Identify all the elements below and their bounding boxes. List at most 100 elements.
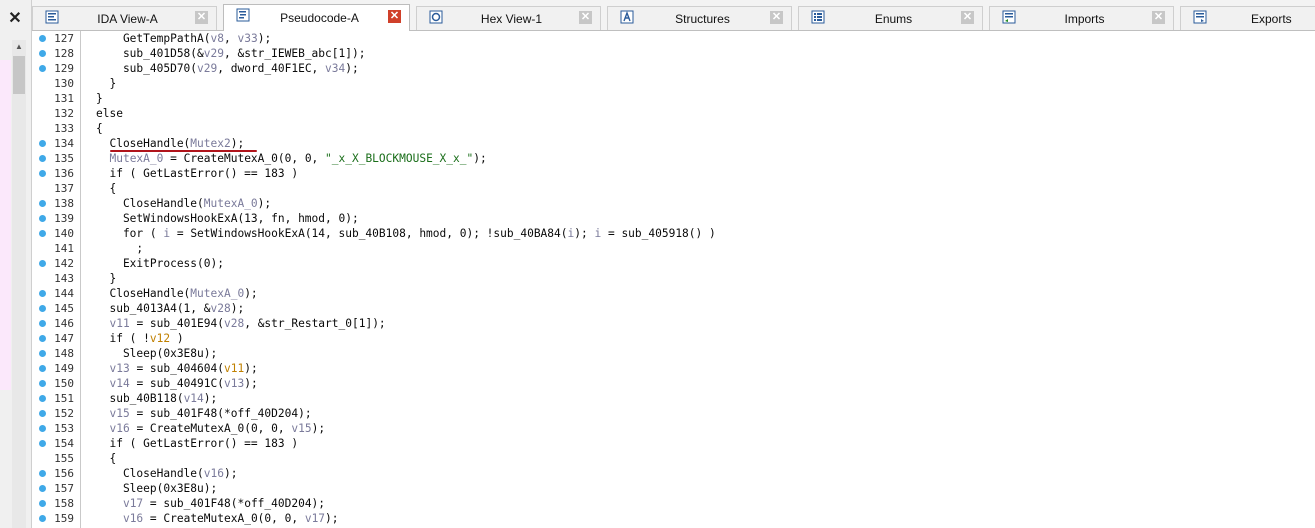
code-text: v16 = CreateMutexA_0(0, 0, v15); <box>109 422 326 435</box>
breakpoint-dot-icon[interactable] <box>39 170 46 177</box>
breakpoint-dot-icon[interactable] <box>39 200 46 207</box>
code-line[interactable]: 146 v11 = sub_401E94(v28, &str_Restart_0… <box>39 316 1315 331</box>
code-line[interactable]: 148 Sleep(0x3E8u); <box>39 346 1315 361</box>
code-text: v14 = sub_40491C(v13); <box>109 377 258 390</box>
tab-close-icon[interactable]: ✕ <box>579 11 592 24</box>
code-line[interactable]: 134 CloseHandle(Mutex2); <box>39 136 1315 151</box>
tab-pseudocode-a[interactable]: Pseudocode-A ✕ <box>223 4 410 31</box>
code-line[interactable]: 133 { <box>54 121 1315 136</box>
pseudocode-editor[interactable]: 127 GetTempPathA(v8, v33); 128 sub_401D58… <box>39 31 1315 528</box>
breakpoint-dot-icon[interactable] <box>39 470 46 477</box>
breakpoint-dot-icon[interactable] <box>39 365 46 372</box>
breakpoint-dot-icon[interactable] <box>39 260 46 267</box>
code-line[interactable]: 131} <box>54 91 1315 106</box>
close-icon[interactable]: ✕ <box>0 4 30 32</box>
code-line[interactable]: 153 v16 = CreateMutexA_0(0, 0, v15); <box>39 421 1315 436</box>
code-line[interactable]: 157 Sleep(0x3E8u); <box>39 481 1315 496</box>
line-number: 141 <box>54 242 74 255</box>
code-line[interactable]: 144 CloseHandle(MutexA_0); <box>39 286 1315 301</box>
line-number: 143 <box>54 272 74 285</box>
code-line[interactable]: 158 v17 = sub_401F48(*off_40D204); <box>39 496 1315 511</box>
code-line[interactable]: 149 v13 = sub_404604(v11); <box>39 361 1315 376</box>
breakpoint-dot-icon[interactable] <box>39 395 46 402</box>
breakpoint-dot-icon[interactable] <box>39 230 46 237</box>
code-line[interactable]: 156 CloseHandle(v16); <box>39 466 1315 481</box>
code-text: CloseHandle(MutexA_0); <box>96 287 258 300</box>
tab-enums[interactable]: Enums ✕ <box>798 6 983 30</box>
code-text: ExitProcess(0); <box>96 257 224 270</box>
tab-close-icon[interactable]: ✕ <box>1152 11 1165 24</box>
breakpoint-dot-icon[interactable] <box>39 215 46 222</box>
code-line[interactable]: 127 GetTempPathA(v8, v33); <box>39 31 1315 46</box>
tab-structures[interactable]: Structures ✕ <box>607 6 792 30</box>
code-line[interactable]: 129 sub_405D70(v29, dword_40F1EC, v34); <box>39 61 1315 76</box>
tab-hex-view-1[interactable]: Hex View-1 ✕ <box>416 6 601 30</box>
breakpoint-dot-icon[interactable] <box>39 440 46 447</box>
code-line[interactable]: 145 sub_4013A4(1, &v28); <box>39 301 1315 316</box>
breakpoint-dot-icon[interactable] <box>39 485 46 492</box>
imports-icon <box>1002 10 1016 24</box>
code-line[interactable]: 151 sub_40B118(v14); <box>39 391 1315 406</box>
tab-label: Exports <box>1251 12 1292 26</box>
code-line[interactable]: 141 ; <box>54 241 1315 256</box>
code-line[interactable]: 135 MutexA_0 = CreateMutexA_0(0, 0, "_x_… <box>39 151 1315 166</box>
breakpoint-dot-icon[interactable] <box>39 380 46 387</box>
breakpoint-dot-icon[interactable] <box>39 335 46 342</box>
breakpoint-dot-icon[interactable] <box>39 155 46 162</box>
tab-close-icon[interactable]: ✕ <box>195 11 208 24</box>
breakpoint-dot-icon[interactable] <box>39 350 46 357</box>
code-text: } <box>96 77 117 90</box>
line-number: 131 <box>54 92 74 105</box>
line-number: 137 <box>54 182 74 195</box>
code-line[interactable]: 159 v16 = CreateMutexA_0(0, 0, v17); <box>39 511 1315 526</box>
left-panel: ✕ ▲ <box>0 0 32 528</box>
code-line[interactable]: 138 CloseHandle(MutexA_0); <box>39 196 1315 211</box>
code-line[interactable]: 143 } <box>54 271 1315 286</box>
breakpoint-dot-icon[interactable] <box>39 320 46 327</box>
line-number: 133 <box>54 122 74 135</box>
code-line[interactable]: 137 { <box>54 181 1315 196</box>
tab-close-icon[interactable]: ✕ <box>388 10 401 23</box>
code-text: } <box>96 92 103 105</box>
code-line[interactable]: 136 if ( GetLastError() == 183 ) <box>39 166 1315 181</box>
code-text: SetWindowsHookExA(13, fn, hmod, 0); <box>96 212 359 225</box>
tab-label: Structures <box>675 12 730 26</box>
breakpoint-dot-icon[interactable] <box>39 425 46 432</box>
tab-close-icon[interactable]: ✕ <box>961 11 974 24</box>
tab-imports[interactable]: Imports ✕ <box>989 6 1174 30</box>
scrollbar-thumb[interactable] <box>13 56 25 94</box>
line-number: 132 <box>54 107 74 120</box>
breakpoint-dot-icon[interactable] <box>39 140 46 147</box>
code-line[interactable]: 132 else <box>54 106 1315 121</box>
code-line[interactable]: 139 SetWindowsHookExA(13, fn, hmod, 0); <box>39 211 1315 226</box>
breakpoint-dot-icon[interactable] <box>39 35 46 42</box>
code-line[interactable]: 147 if ( !v12 ) <box>39 331 1315 346</box>
tab-close-icon[interactable]: ✕ <box>770 11 783 24</box>
breakpoint-dot-icon[interactable] <box>39 500 46 507</box>
code-text: CloseHandle(MutexA_0); <box>96 197 272 210</box>
breakpoint-dot-icon[interactable] <box>39 305 46 312</box>
code-line[interactable]: 142 ExitProcess(0); <box>39 256 1315 271</box>
breakpoint-dot-icon[interactable] <box>39 65 46 72</box>
breakpoint-dot-icon[interactable] <box>39 515 46 522</box>
code-line[interactable]: 128 sub_401D58(&v29, &str_IEWEB_abc[1]); <box>39 46 1315 61</box>
tab-ida-view-a[interactable]: IDA View-A ✕ <box>32 6 217 30</box>
pseudocode-view-icon <box>236 8 250 22</box>
left-panel-highlight <box>0 60 11 390</box>
scroll-up-arrow-icon[interactable]: ▲ <box>12 40 26 54</box>
code-line[interactable]: 150 v14 = sub_40491C(v13); <box>39 376 1315 391</box>
code-line[interactable]: 154 if ( GetLastError() == 183 ) <box>39 436 1315 451</box>
tab-exports[interactable]: Exports <box>1180 6 1315 30</box>
code-line[interactable]: 155 { <box>54 451 1315 466</box>
code-text: v17 = sub_401F48(*off_40D204); <box>122 497 326 510</box>
code-line[interactable]: 152 v15 = sub_401F48(*off_40D204); <box>39 406 1315 421</box>
code-text: ; <box>96 242 144 255</box>
tab-label: Pseudocode-A <box>280 11 359 25</box>
code-text: v13 = sub_404604(v11); <box>109 362 258 375</box>
left-scrollbar[interactable]: ▲ <box>12 40 26 528</box>
code-line[interactable]: 140 for ( i = SetWindowsHookExA(14, sub_… <box>39 226 1315 241</box>
breakpoint-dot-icon[interactable] <box>39 410 46 417</box>
breakpoint-dot-icon[interactable] <box>39 290 46 297</box>
breakpoint-dot-icon[interactable] <box>39 50 46 57</box>
code-line[interactable]: 130 } <box>54 76 1315 91</box>
